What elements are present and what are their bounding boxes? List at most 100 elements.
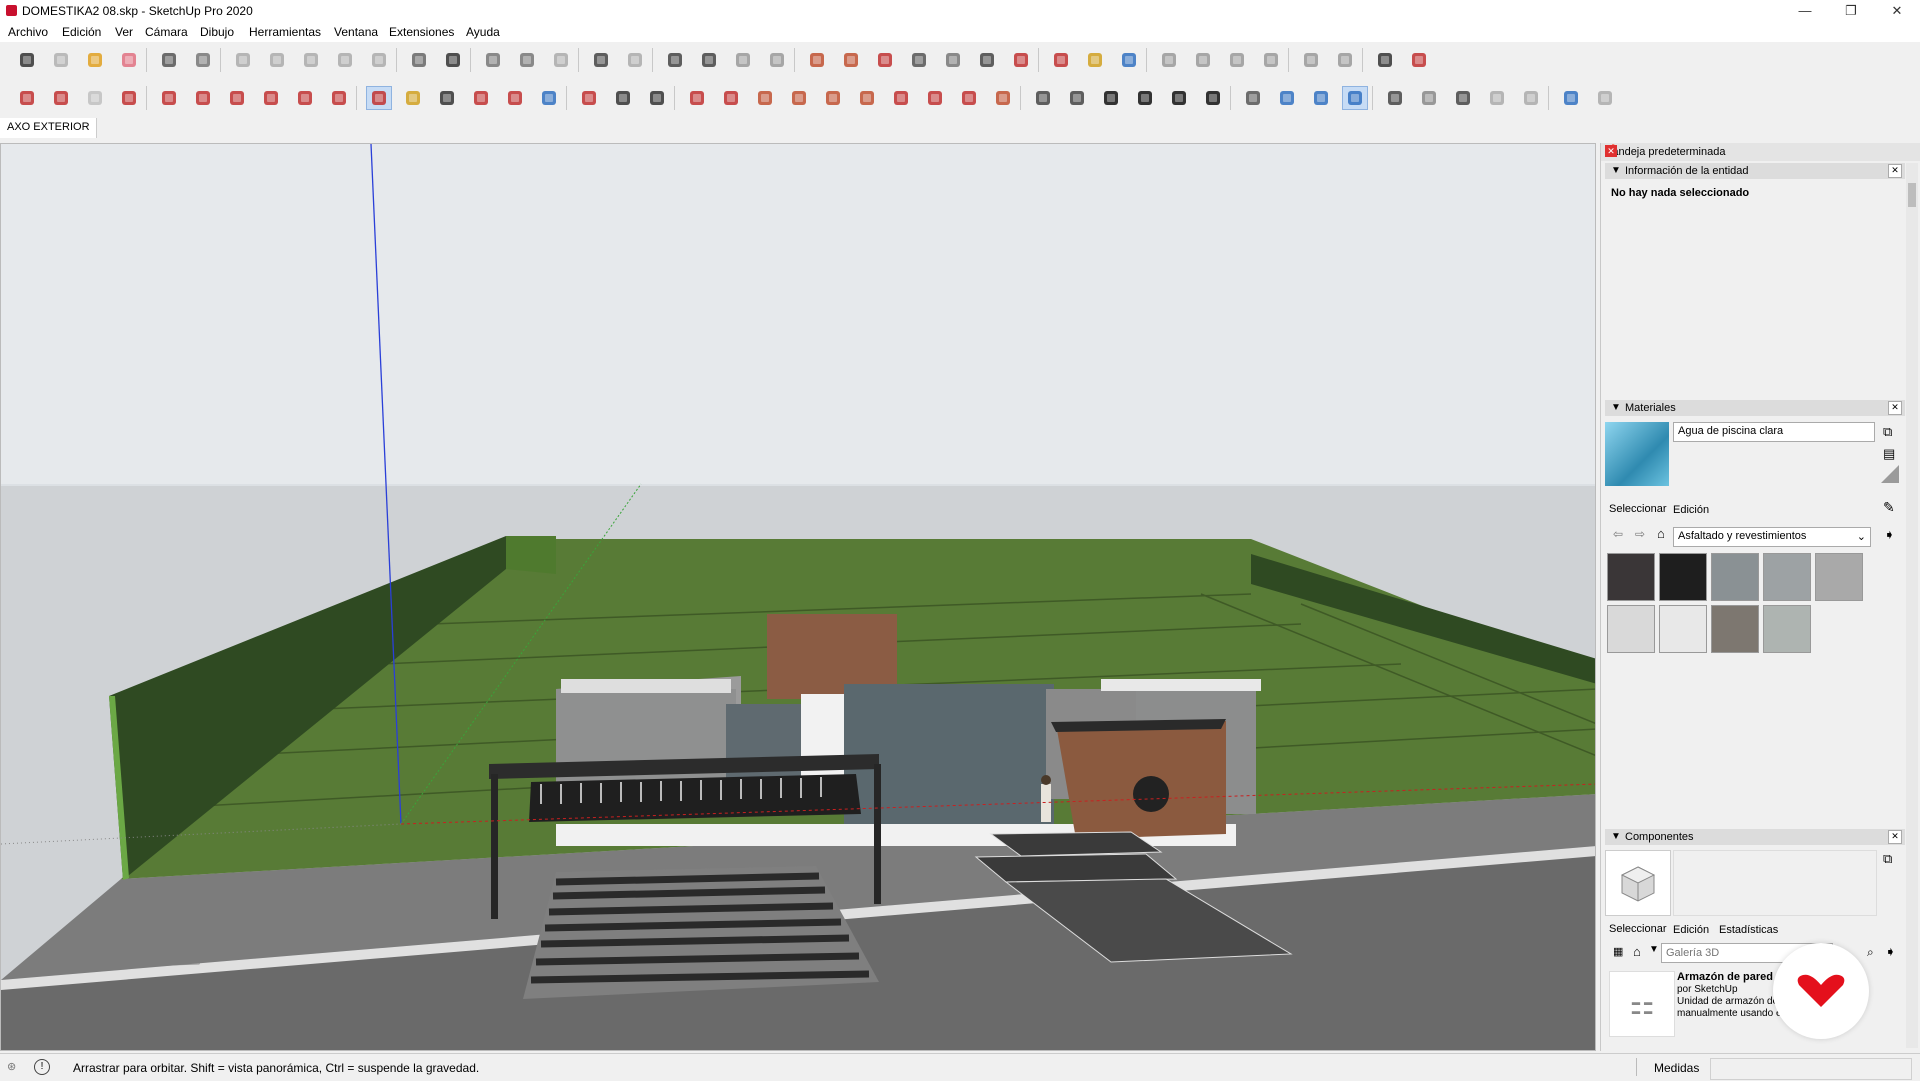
two-point-arc-icon[interactable] [922,86,948,110]
top-view-icon[interactable] [264,48,290,72]
forward-arrow-icon[interactable]: ⇨ [1635,527,1645,541]
materials-header[interactable]: ▼ Materiales ✕ [1605,400,1905,416]
undo-icon[interactable] [1298,48,1324,72]
components-close-icon[interactable]: ✕ [1888,830,1902,844]
component-result-thumbnail[interactable]: ⚏ [1609,971,1675,1037]
components-home-icon[interactable]: ⌂ [1633,944,1641,959]
component-result-title[interactable]: Armazón de pared [1677,971,1773,983]
material-preview[interactable] [1605,422,1669,486]
model-viewport[interactable] [0,143,1596,1051]
three-point-arc-icon[interactable] [956,86,982,110]
text-icon[interactable] [588,48,614,72]
sandbox-flip-icon[interactable] [1518,86,1544,110]
front-view-icon[interactable] [298,48,324,72]
material-swatch[interactable] [1659,553,1707,601]
menu-ver[interactable]: Ver [115,25,133,39]
hand-icon[interactable] [940,48,966,72]
back-edges-icon[interactable] [1274,86,1300,110]
zoom-icon[interactable] [434,86,460,110]
offset-icon[interactable] [326,86,352,110]
sample-material-icon[interactable]: ▤ [1883,446,1895,462]
hidden-line-icon[interactable] [1416,86,1442,110]
section-plane-icon[interactable] [406,48,432,72]
collapse-triangle-icon[interactable]: ▼ [1611,831,1621,842]
right-house-icon[interactable] [1132,86,1158,110]
back-arrow-icon[interactable]: ⇦ [1613,527,1623,541]
look-around-icon[interactable] [610,86,636,110]
material-library-select[interactable]: Asfaltado y revestimientos ⌄ [1673,527,1871,547]
save-icon[interactable] [1116,48,1142,72]
create-material-icon[interactable]: ⧉ [1883,424,1892,440]
walk-icon[interactable] [644,86,670,110]
pie-icon[interactable] [990,86,1016,110]
component-browser-icon[interactable] [1558,86,1584,110]
eraser-icon[interactable] [116,48,142,72]
components-tab-edit[interactable]: Edición [1673,924,1709,936]
left-house-icon[interactable] [1200,86,1226,110]
measurements-input[interactable] [1710,1058,1912,1080]
scale-icon[interactable] [292,86,318,110]
print-icon[interactable] [1372,48,1398,72]
home-icon[interactable]: ⌂ [1657,526,1665,541]
eyedropper-icon[interactable]: ✎ [1883,499,1895,516]
entity-info-close-icon[interactable]: ✕ [1888,164,1902,178]
components-header[interactable]: ▼ Componentes ✕ [1605,829,1905,845]
line-icon[interactable] [684,86,710,110]
menu-ayuda[interactable]: Ayuda [466,25,500,39]
right-view-icon[interactable] [332,48,358,72]
previous-view-icon[interactable] [536,86,562,110]
materials-tab-select[interactable]: Seleccionar [1609,503,1666,515]
default-material-icon[interactable] [1881,465,1899,483]
material-swatch[interactable] [1815,553,1863,601]
pin-icon[interactable]: 📌 [1605,145,1899,156]
close-button[interactable]: ✕ [1874,0,1920,22]
shaded-textures-icon[interactable] [1342,86,1368,110]
polygon-icon[interactable] [854,86,880,110]
lock-icon[interactable] [764,48,790,72]
menu-ventana[interactable]: Ventana [334,25,378,39]
restore-button[interactable]: ❐ [1828,0,1874,22]
geolocation-icon[interactable]: ⊛ [7,1060,16,1073]
minimize-button[interactable]: — [1782,0,1828,22]
tray-scroll-thumb[interactable] [1908,183,1916,207]
back-house-icon[interactable] [1166,86,1192,110]
dimension-icon[interactable] [190,48,216,72]
menu-extensiones[interactable]: Extensiones [389,25,454,39]
menu-herramientas[interactable]: Herramientas [249,25,321,39]
iso-house-icon[interactable] [1030,86,1056,110]
details-arrow-icon[interactable]: ➧ [1884,527,1895,543]
iso-view-icon[interactable] [230,48,256,72]
cut-icon[interactable] [1156,48,1182,72]
navigation-dropdown-icon[interactable]: ▼ [1649,944,1659,955]
delete-icon[interactable] [1258,48,1284,72]
menu-archivo[interactable]: Archivo [8,25,48,39]
tray-scrollbar[interactable] [1906,163,1918,1048]
front-house-icon[interactable] [1098,86,1124,110]
top-house-icon[interactable] [1064,86,1090,110]
material-name-field[interactable]: Agua de piscina clara [1673,422,1875,442]
circle-icon[interactable] [820,86,846,110]
camera-icon[interactable] [696,48,722,72]
menu-dibujo[interactable]: Dibujo [200,25,234,39]
material-swatch[interactable] [1763,605,1811,653]
window-icon[interactable] [662,48,688,72]
material-swatch[interactable] [1711,605,1759,653]
collapse-triangle-icon[interactable]: ▼ [1611,165,1621,176]
section-fill-icon[interactable] [1382,86,1408,110]
stamp-icon[interactable] [514,48,540,72]
component-options-icon[interactable]: ⧉ [1883,851,1892,867]
orbit-icon[interactable] [366,86,392,110]
styles-icon[interactable] [82,86,108,110]
push-pull-icon[interactable] [190,86,216,110]
collapse-triangle-icon[interactable]: ▼ [1611,402,1621,413]
arc-icon[interactable] [888,86,914,110]
make-component-icon[interactable] [48,48,74,72]
material-swatch[interactable] [1607,553,1655,601]
terrain-icon[interactable] [906,48,932,72]
warehouse-icon[interactable] [804,48,830,72]
components-details-arrow-icon[interactable]: ➧ [1885,944,1896,960]
model-info-icon[interactable] [1406,48,1432,72]
components-tab-select[interactable]: Seleccionar [1609,923,1666,935]
follow-me-icon[interactable] [258,86,284,110]
rotated-rectangle-icon[interactable] [786,86,812,110]
